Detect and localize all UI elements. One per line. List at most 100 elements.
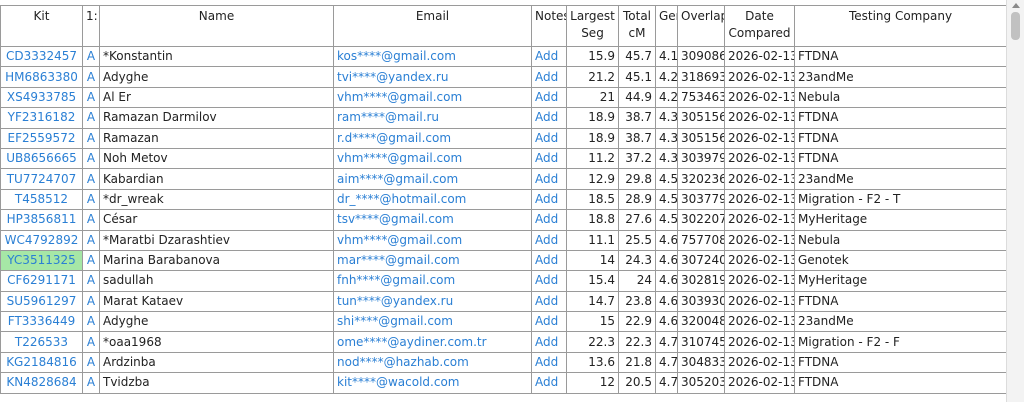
- one-to-one-link[interactable]: A: [82, 331, 100, 353]
- matches-table: Kit 1:1 Name Email Notes Largest Seg Tot…: [0, 5, 1006, 394]
- one-to-one-link[interactable]: A: [82, 45, 100, 68]
- kit-link[interactable]: CF6291171: [0, 270, 83, 292]
- col-header-one-to-one[interactable]: 1:1: [82, 5, 100, 47]
- add-notes-link[interactable]: Add: [531, 45, 567, 68]
- kit-link[interactable]: T226533: [0, 331, 83, 353]
- email-link[interactable]: vhm****@gmail.com: [333, 86, 532, 109]
- one-to-one-link[interactable]: A: [82, 86, 100, 109]
- one-to-one-link[interactable]: A: [82, 147, 100, 170]
- date-compared-value: 2026-02-13: [724, 331, 795, 353]
- add-notes-link[interactable]: Add: [531, 107, 567, 129]
- kit-link[interactable]: T458512: [0, 188, 83, 211]
- one-to-one-link[interactable]: A: [82, 249, 100, 272]
- email-link[interactable]: tsv****@gmail.com: [333, 209, 532, 231]
- email-link[interactable]: kit****@wacold.com: [333, 372, 532, 394]
- one-to-one-link[interactable]: A: [82, 127, 100, 149]
- email-link[interactable]: mar****@gmail.com: [333, 249, 532, 272]
- overlap-value: 320236: [677, 168, 725, 190]
- one-to-one-link[interactable]: A: [82, 107, 100, 129]
- col-header-kit[interactable]: Kit: [0, 5, 83, 47]
- add-notes-link[interactable]: Add: [531, 168, 567, 190]
- largest-seg-value: 12.9: [566, 168, 619, 190]
- add-notes-link[interactable]: Add: [531, 249, 567, 272]
- kit-link[interactable]: HM6863380: [0, 66, 83, 88]
- kit-link[interactable]: TU7724707: [0, 168, 83, 190]
- kit-link[interactable]: YF2316182: [0, 107, 83, 129]
- col-header-name[interactable]: Name: [99, 5, 334, 47]
- add-notes-link[interactable]: Add: [531, 209, 567, 231]
- add-notes-link[interactable]: Add: [531, 372, 567, 394]
- kit-link[interactable]: UB8656665: [0, 147, 83, 170]
- table-row: TU7724707 A Kabardian aim****@gmail.com Add 1…: [0, 168, 1006, 190]
- col-header-date-compared[interactable]: Date Compared: [724, 5, 795, 47]
- one-to-one-link[interactable]: A: [82, 168, 100, 190]
- email-link[interactable]: shi****@gmail.com: [333, 311, 532, 333]
- col-header-email[interactable]: Email: [333, 5, 532, 47]
- one-to-one-link[interactable]: A: [82, 311, 100, 333]
- match-name: Marina Barabanova: [99, 249, 334, 272]
- kit-link[interactable]: EF2559572: [0, 127, 83, 149]
- date-compared-value: 2026-02-13: [724, 66, 795, 88]
- scroll-up-arrow-icon[interactable]: [1012, 3, 1020, 8]
- add-notes-link[interactable]: Add: [531, 127, 567, 149]
- add-notes-link[interactable]: Add: [531, 229, 567, 251]
- kit-link[interactable]: FT3336449: [0, 311, 83, 333]
- add-notes-link[interactable]: Add: [531, 351, 567, 374]
- overlap-value: 310745: [677, 331, 725, 353]
- add-notes-link[interactable]: Add: [531, 188, 567, 211]
- add-notes-link[interactable]: Add: [531, 86, 567, 109]
- email-link[interactable]: tvi****@yandex.ru: [333, 66, 532, 88]
- email-link[interactable]: aim****@gmail.com: [333, 168, 532, 190]
- vertical-scrollbar[interactable]: [1006, 0, 1024, 402]
- add-notes-link[interactable]: Add: [531, 66, 567, 88]
- one-to-one-link[interactable]: A: [82, 270, 100, 292]
- one-to-one-link[interactable]: A: [82, 372, 100, 394]
- kit-link[interactable]: KN4828684: [0, 372, 83, 394]
- scroll-thumb[interactable]: [1011, 12, 1020, 40]
- add-notes-link[interactable]: Add: [531, 331, 567, 353]
- add-notes-link[interactable]: Add: [531, 147, 567, 170]
- col-header-notes[interactable]: Notes: [531, 5, 567, 47]
- one-to-one-link[interactable]: A: [82, 66, 100, 88]
- col-header-total-cm[interactable]: Total cM: [618, 5, 656, 47]
- email-link[interactable]: ram****@mail.ru: [333, 107, 532, 129]
- col-header-testing-company[interactable]: Testing Company: [794, 5, 1006, 47]
- table-row: EF2559572 A Ramazan r.d****@gmail.com Add 18.…: [0, 127, 1006, 149]
- col-header-largest-seg[interactable]: Largest Seg: [566, 5, 619, 47]
- email-link[interactable]: dr_****@hotmail.com: [333, 188, 532, 211]
- email-link[interactable]: r.d****@gmail.com: [333, 127, 532, 149]
- testing-company-value: FTDNA: [794, 127, 1006, 149]
- one-to-one-link[interactable]: A: [82, 290, 100, 313]
- col-header-gen[interactable]: Gen: [655, 5, 678, 47]
- email-link[interactable]: vhm****@gmail.com: [333, 229, 532, 251]
- overlap-value: 753463: [677, 86, 725, 109]
- email-link[interactable]: tun****@yandex.ru: [333, 290, 532, 313]
- add-notes-link[interactable]: Add: [531, 311, 567, 333]
- email-link[interactable]: vhm****@gmail.com: [333, 147, 532, 170]
- email-link[interactable]: nod****@hazhab.com: [333, 351, 532, 374]
- one-to-one-link[interactable]: A: [82, 351, 100, 374]
- email-link[interactable]: fnh****@gmail.com: [333, 270, 532, 292]
- kit-link[interactable]: SU5961297: [0, 290, 83, 313]
- largest-seg-value: 14: [566, 249, 619, 272]
- kit-link[interactable]: CD3332457: [0, 45, 83, 68]
- match-name: sadullah: [99, 270, 334, 292]
- date-compared-value: 2026-02-13: [724, 168, 795, 190]
- add-notes-link[interactable]: Add: [531, 270, 567, 292]
- one-to-one-link[interactable]: A: [82, 209, 100, 231]
- testing-company-value: FTDNA: [794, 351, 1006, 374]
- email-link[interactable]: ome****@aydiner.com.tr: [333, 331, 532, 353]
- one-to-one-link[interactable]: A: [82, 188, 100, 211]
- email-link[interactable]: kos****@gmail.com: [333, 45, 532, 68]
- add-notes-link[interactable]: Add: [531, 290, 567, 313]
- one-to-one-link[interactable]: A: [82, 229, 100, 251]
- match-name: Adyghe: [99, 66, 334, 88]
- kit-link[interactable]: WC4792892: [0, 229, 83, 251]
- kit-link[interactable]: HP3856811: [0, 209, 83, 231]
- match-name: Adyghe: [99, 311, 334, 333]
- kit-link[interactable]: XS4933785: [0, 86, 83, 109]
- gen-value: 4.3: [655, 107, 678, 129]
- col-header-overlap[interactable]: Overlap: [677, 5, 725, 47]
- kit-link[interactable]: YC3511325: [0, 249, 83, 272]
- kit-link[interactable]: KG2184816: [0, 351, 83, 374]
